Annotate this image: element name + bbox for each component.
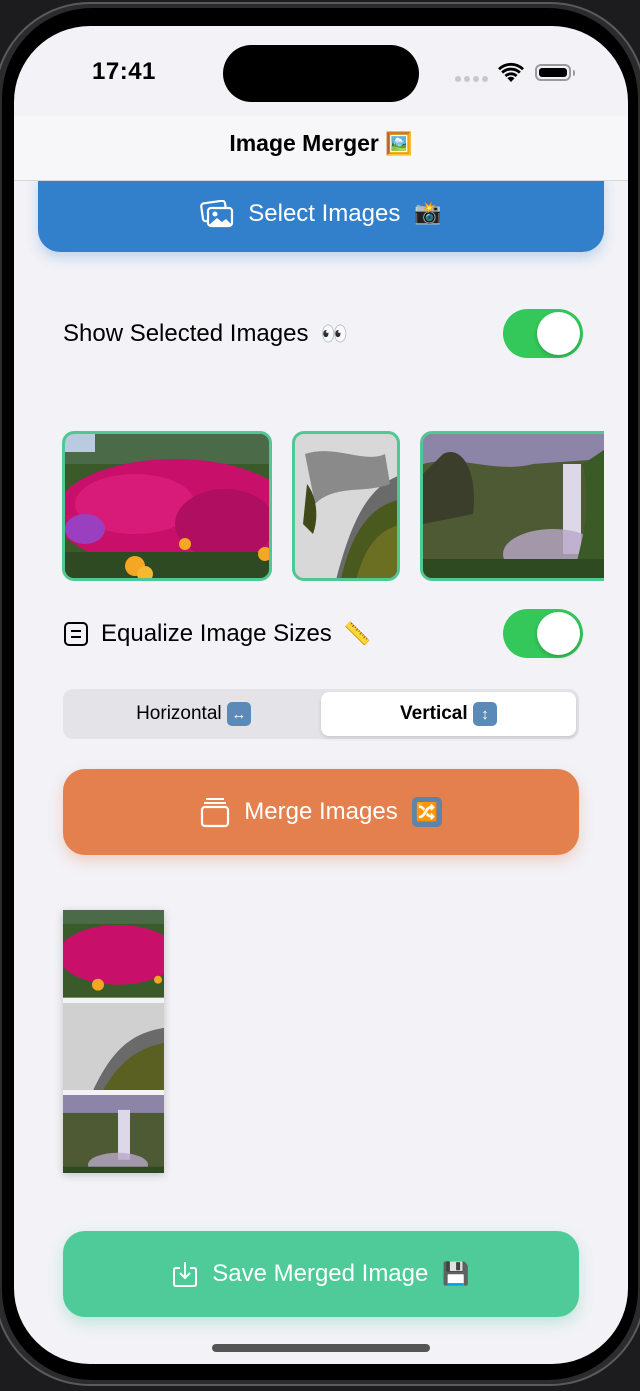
selected-image-waterfall-landscape[interactable] [420, 431, 604, 581]
segment-horizontal-label: Horizontal [136, 703, 222, 724]
equal-square-icon [64, 622, 88, 646]
cellular-signal-icon [455, 76, 488, 82]
segment-vertical[interactable]: Vertical ↕ [321, 692, 576, 736]
selected-image-waterfall-closeup[interactable] [292, 431, 400, 581]
wifi-icon [498, 62, 524, 82]
battery-icon [535, 64, 571, 81]
status-bar: 17:41 [14, 26, 628, 116]
equalize-toggle[interactable] [503, 609, 583, 658]
merge-images-label: Merge Images [244, 798, 398, 825]
home-indicator[interactable] [212, 1344, 430, 1352]
dynamic-island [223, 45, 419, 102]
up-down-arrow-icon: ↕ [472, 702, 497, 726]
page-title-text: Image Merger [229, 130, 379, 156]
equalize-row: Equalize Image Sizes 📏 [63, 609, 583, 659]
eyes-icon: 👀 [320, 321, 348, 347]
framed-picture-icon: 🖼️ [385, 132, 413, 157]
select-images-button[interactable]: Select Images 📸 [38, 181, 604, 252]
navigation-bar: Image Merger 🖼️ [14, 116, 628, 181]
left-right-arrow-icon: ↔ [226, 702, 251, 726]
download-icon [173, 1262, 198, 1287]
merged-image-preview[interactable] [63, 910, 164, 1173]
toggle-knob [537, 312, 580, 355]
show-selected-row: Show Selected Images 👀 [63, 309, 583, 359]
equalize-label: Equalize Image Sizes [101, 620, 332, 647]
camera-flash-icon: 📸 [414, 201, 442, 226]
flowers-image [65, 434, 269, 578]
scroll-content[interactable]: Select Images 📸 Show Selected Images 👀 E… [14, 181, 628, 1364]
show-selected-label: Show Selected Images [63, 320, 309, 347]
screen: 17:41 Image Merger 🖼️ Select Images � [14, 26, 628, 1364]
page-title: Image Merger 🖼️ [14, 130, 628, 157]
save-merged-image-label: Save Merged Image [212, 1260, 429, 1287]
show-selected-toggle[interactable] [503, 309, 583, 358]
ruler-icon: 📏 [343, 621, 372, 647]
save-merged-image-button[interactable]: Save Merged Image 💾 [63, 1231, 579, 1317]
merged-part-waterfall-landscape [63, 1095, 164, 1173]
segment-vertical-label: Vertical [400, 703, 468, 724]
select-images-label: Select Images [248, 199, 401, 227]
merge-images-button[interactable]: Merge Images 🔀 [63, 769, 579, 855]
orientation-segmented-control[interactable]: Horizontal ↔ Vertical ↕ [63, 689, 579, 739]
merged-part-flowers [63, 910, 164, 998]
toggle-knob [537, 612, 580, 655]
selected-images-carousel[interactable] [62, 431, 604, 586]
selected-image-flowers[interactable] [62, 431, 272, 581]
waterfall-landscape-image [423, 434, 604, 578]
battery-tip [573, 70, 575, 76]
shuffle-icon: 🔀 [411, 797, 442, 827]
status-time: 17:41 [92, 58, 156, 85]
photo-stack-icon [200, 199, 234, 227]
floppy-disk-icon: 💾 [442, 1261, 470, 1287]
merged-part-waterfall-closeup [63, 1002, 164, 1091]
waterfall-closeup-image [295, 434, 397, 578]
stack-icon [201, 798, 230, 828]
segment-horizontal[interactable]: Horizontal ↔ [66, 692, 321, 736]
